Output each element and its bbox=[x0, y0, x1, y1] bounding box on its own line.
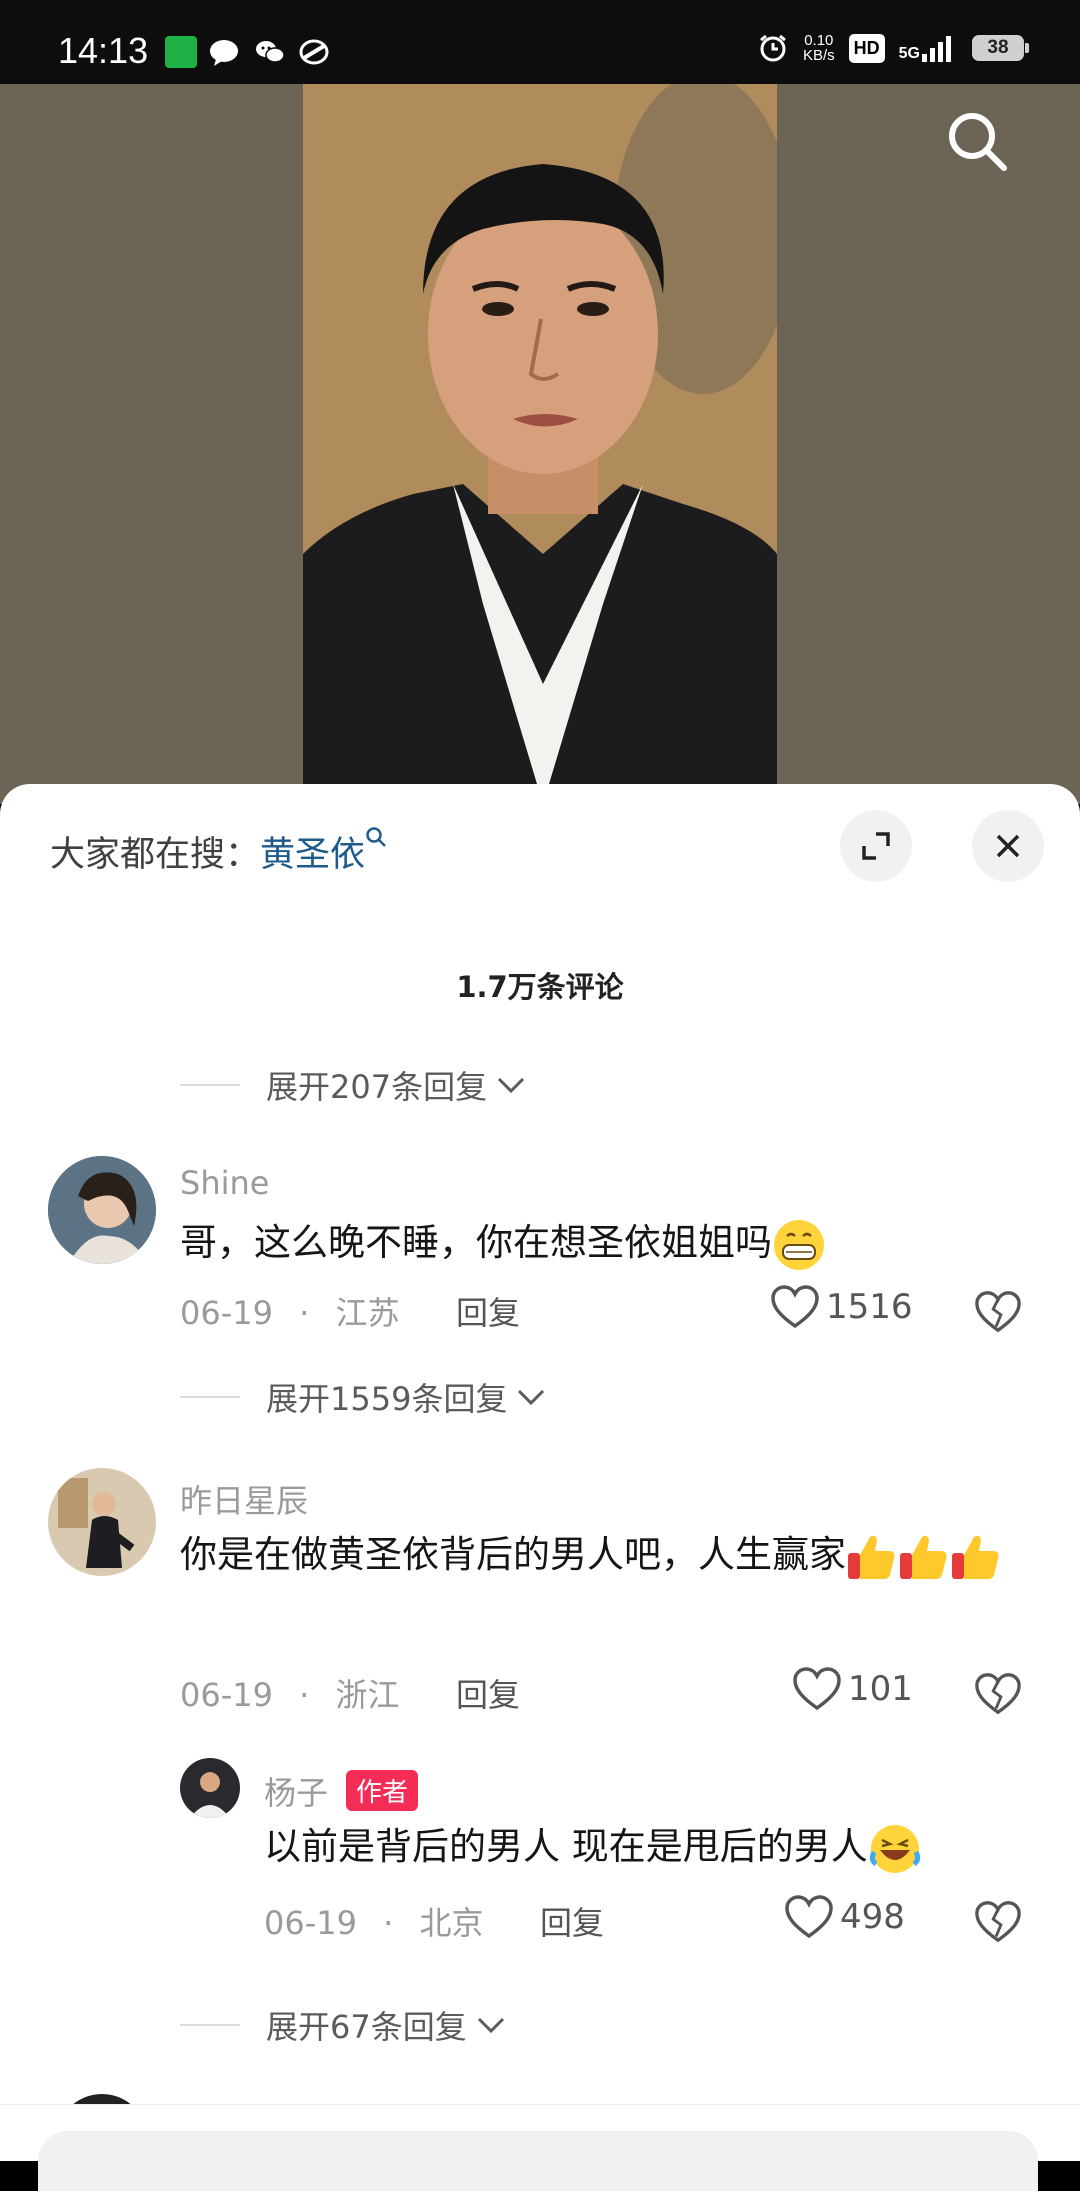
thumbs-up-emoji-icon bbox=[848, 1535, 895, 1579]
comment-location: 浙江 bbox=[335, 1676, 400, 1714]
signal-strength: 5G bbox=[899, 34, 958, 62]
thumbs-up-emoji-icon bbox=[952, 1535, 999, 1579]
broken-heart-icon[interactable] bbox=[974, 1898, 1022, 1946]
meta-separator: · bbox=[383, 1904, 394, 1942]
divider-line bbox=[180, 2024, 240, 2026]
comment-text-content: 你是在做黄圣依背后的男人吧，人生赢家 bbox=[180, 1533, 846, 1576]
like-button[interactable]: 498 bbox=[784, 1894, 905, 1940]
comment-location: 江苏 bbox=[335, 1294, 400, 1332]
comments-sheet: 大家都在搜：黄圣依 1.7万条评论 展开207条回复 Shine 哥，这么晚不睡… bbox=[0, 784, 1080, 2186]
network-speed-unit: KB/s bbox=[802, 47, 835, 64]
comment-text: 以前是背后的男人 现在是甩后的男人 bbox=[264, 1814, 922, 1880]
grin-emoji-icon bbox=[774, 1219, 824, 1270]
status-time: 14:13 bbox=[58, 30, 149, 71]
expand-replies-button[interactable]: 展开1559条回复 bbox=[180, 1374, 547, 1420]
avatar[interactable] bbox=[180, 1758, 240, 1818]
network-speed: 0.10 KB/s bbox=[803, 33, 835, 63]
comment-date: 06-19 bbox=[180, 1676, 273, 1714]
reply-button[interactable]: 回复 bbox=[456, 1288, 520, 1334]
comment-meta: 06-19 · 北京 bbox=[264, 1898, 484, 1944]
divider-line bbox=[180, 1396, 240, 1398]
avatar-image bbox=[48, 1156, 156, 1264]
wechat-icon bbox=[256, 41, 285, 63]
expand-replies-label: 展开207条回复 bbox=[266, 1068, 488, 1106]
status-right: 0.10 KB/s HD 5G 38 bbox=[757, 28, 1029, 68]
battery-indicator: 38 bbox=[972, 35, 1029, 61]
avatar[interactable] bbox=[48, 1468, 156, 1576]
status-bar: 14:13 0.10 KB/s HD 5G 38 bbox=[0, 0, 1080, 84]
comment-date: 06-19 bbox=[180, 1294, 273, 1332]
avatar[interactable] bbox=[48, 1156, 156, 1264]
hot-search-term[interactable]: 黄圣依 bbox=[260, 835, 365, 875]
iqiyi-app-icon bbox=[165, 36, 197, 68]
divider-line bbox=[180, 1084, 240, 1086]
like-button[interactable]: 101 bbox=[792, 1666, 913, 1712]
video-frame bbox=[303, 84, 777, 804]
expand-replies-button[interactable]: 展开207条回复 bbox=[180, 1062, 527, 1108]
search-icon[interactable] bbox=[946, 110, 1010, 174]
comment-date: 06-19 bbox=[264, 1904, 357, 1942]
alarm-icon bbox=[760, 34, 786, 62]
comment-username[interactable]: Shine bbox=[180, 1164, 269, 1202]
close-icon bbox=[996, 834, 1020, 858]
like-count: 101 bbox=[848, 1669, 913, 1709]
signal-5g-label: 5G bbox=[898, 45, 920, 62]
message-icon bbox=[210, 40, 238, 66]
comment-text: 哥，这么晚不睡，你在想圣依姐姐吗 bbox=[180, 1210, 826, 1276]
like-count: 498 bbox=[840, 1897, 905, 1937]
comment-text-content: 哥，这么晚不睡，你在想圣依姐姐吗 bbox=[180, 1221, 772, 1264]
comment-location: 北京 bbox=[419, 1904, 484, 1942]
meta-separator: · bbox=[299, 1294, 310, 1332]
heart-icon bbox=[771, 1285, 819, 1329]
laughing-crying-emoji-icon bbox=[869, 1824, 920, 1873]
heart-icon bbox=[793, 1667, 841, 1711]
reply-button[interactable]: 回复 bbox=[540, 1898, 604, 1944]
hot-search[interactable]: 大家都在搜：黄圣依 bbox=[50, 826, 387, 877]
comment-meta: 06-19 · 江苏 bbox=[180, 1288, 400, 1334]
chevron-down-icon bbox=[498, 1077, 525, 1094]
broken-heart-icon[interactable] bbox=[974, 1670, 1022, 1718]
expand-icon bbox=[862, 832, 890, 860]
small-search-icon bbox=[366, 827, 386, 847]
avatar-image bbox=[48, 1468, 156, 1576]
network-speed-value: 0.10 bbox=[804, 32, 834, 49]
comment-count: 1.7万条评论 bbox=[456, 970, 624, 1004]
author-badge: 作者 bbox=[346, 1770, 419, 1811]
comment-text-content: 以前是背后的男人 现在是甩后的男人 bbox=[264, 1825, 868, 1868]
comment-text: 你是在做黄圣依背后的男人吧，人生赢家 bbox=[180, 1522, 1040, 1588]
like-count: 1516 bbox=[826, 1287, 913, 1327]
thumbs-up-emoji-icon bbox=[900, 1535, 947, 1579]
reply-button[interactable]: 回复 bbox=[456, 1670, 520, 1716]
expand-replies-label: 展开1559条回复 bbox=[266, 1380, 508, 1418]
comment-username[interactable]: 杨子 bbox=[264, 1768, 328, 1814]
heart-icon bbox=[785, 1895, 833, 1939]
comment-input[interactable] bbox=[38, 2131, 1038, 2191]
chevron-down-icon bbox=[518, 1389, 545, 1406]
chevron-down-icon bbox=[477, 2017, 504, 2034]
broken-heart-icon[interactable] bbox=[974, 1288, 1022, 1336]
close-button[interactable] bbox=[972, 810, 1044, 882]
hot-search-prefix: 大家都在搜： bbox=[50, 835, 261, 875]
fullscreen-button[interactable] bbox=[840, 810, 912, 882]
comment-meta: 06-19 · 浙江 bbox=[180, 1670, 400, 1716]
meta-separator: · bbox=[299, 1676, 310, 1714]
comment-username[interactable]: 昨日星辰 bbox=[180, 1476, 308, 1522]
comment-input-area bbox=[0, 2104, 1080, 2191]
signal-bars-icon bbox=[922, 36, 951, 62]
like-button[interactable]: 1516 bbox=[770, 1284, 913, 1330]
avatar-image bbox=[180, 1758, 240, 1818]
person-portrait-image bbox=[303, 84, 777, 804]
battery-level: 38 bbox=[987, 37, 1009, 58]
video-player[interactable] bbox=[0, 84, 1080, 804]
expand-replies-label: 展开67条回复 bbox=[266, 2008, 467, 2046]
expand-replies-button[interactable]: 展开67条回复 bbox=[180, 2002, 507, 2048]
app-ring-icon bbox=[299, 39, 329, 65]
hd-badge: HD bbox=[848, 33, 885, 63]
